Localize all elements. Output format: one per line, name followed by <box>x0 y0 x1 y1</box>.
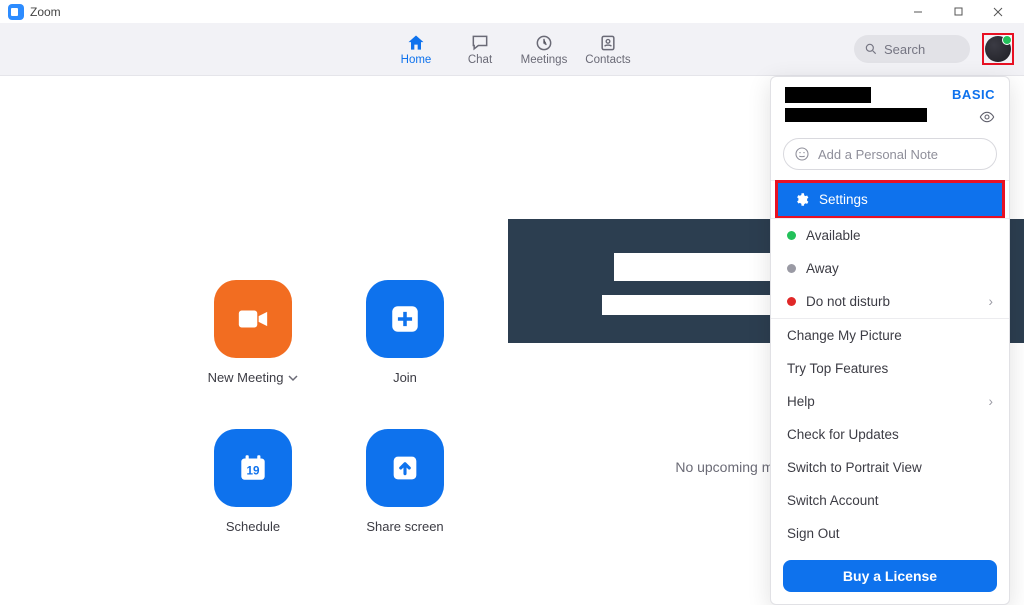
tile-share-screen[interactable]: Share screen <box>340 429 470 534</box>
eye-icon[interactable] <box>979 109 995 125</box>
redacted-time <box>614 253 774 281</box>
nav-home-label: Home <box>401 54 432 66</box>
plus-icon <box>388 302 422 336</box>
share-up-icon <box>388 451 422 485</box>
svg-text:19: 19 <box>247 464 260 477</box>
window-controls <box>898 1 1018 23</box>
nav-home[interactable]: Home <box>384 23 448 75</box>
menu-check-updates-label: Check for Updates <box>787 427 899 442</box>
tile-new-meeting[interactable]: New Meeting <box>188 280 318 385</box>
menu-try-features[interactable]: Try Top Features <box>771 352 1009 385</box>
profile-avatar[interactable] <box>985 36 1011 62</box>
dropdown-header: BASIC <box>771 77 1009 130</box>
schedule-icon-box: 19 <box>214 429 292 507</box>
new-meeting-icon-box <box>214 280 292 358</box>
close-button[interactable] <box>978 1 1018 23</box>
menu-help[interactable]: Help › <box>771 385 1009 418</box>
nav-chat[interactable]: Chat <box>448 23 512 75</box>
maximize-button[interactable] <box>938 1 978 23</box>
chevron-right-icon: › <box>989 294 994 309</box>
chevron-right-icon: › <box>989 394 994 409</box>
video-icon <box>236 302 270 336</box>
nav-chat-label: Chat <box>468 54 492 66</box>
contacts-icon <box>598 33 618 53</box>
search-icon <box>864 42 878 56</box>
menu-available[interactable]: Available <box>771 219 1009 252</box>
menu-try-features-label: Try Top Features <box>787 361 888 376</box>
nav-contacts[interactable]: Contacts <box>576 23 640 75</box>
tile-new-meeting-label: New Meeting <box>208 370 284 385</box>
menu-switch-account[interactable]: Switch Account <box>771 484 1009 517</box>
toolbar-right: Search <box>854 23 1024 75</box>
home-icon <box>406 33 426 53</box>
search-input[interactable]: Search <box>854 35 970 63</box>
menu-settings[interactable]: Settings <box>778 183 1002 216</box>
join-icon-box <box>366 280 444 358</box>
menu-away-label: Away <box>806 261 839 276</box>
status-dot-away <box>787 264 796 273</box>
main-nav: Home Chat Meetings Contacts <box>384 23 640 75</box>
window-title: Zoom <box>30 5 61 19</box>
tile-schedule-label: Schedule <box>226 519 280 534</box>
plan-badge: BASIC <box>952 87 995 102</box>
gear-icon <box>794 192 809 207</box>
nav-meetings-label: Meetings <box>521 54 568 66</box>
buy-license-label: Buy a License <box>843 568 937 584</box>
tile-join[interactable]: Join <box>340 280 470 385</box>
tile-schedule[interactable]: 19 Schedule <box>188 429 318 534</box>
redacted-email <box>785 108 927 122</box>
status-dot-dnd <box>787 297 796 306</box>
search-placeholder: Search <box>884 42 925 57</box>
tile-share-screen-label: Share screen <box>366 519 443 534</box>
personal-note-input[interactable]: Add a Personal Note <box>783 138 997 170</box>
top-toolbar: Home Chat Meetings Contacts Search <box>0 23 1024 76</box>
nav-contacts-label: Contacts <box>585 54 630 66</box>
tile-join-label: Join <box>393 370 417 385</box>
menu-dnd[interactable]: Do not disturb › <box>771 285 1009 318</box>
redacted-name <box>785 87 871 103</box>
redacted-date <box>602 295 782 315</box>
menu-portrait-view-label: Switch to Portrait View <box>787 460 922 475</box>
clock-icon <box>534 33 554 53</box>
emoji-icon[interactable] <box>794 146 810 162</box>
profile-avatar-highlight <box>982 33 1014 65</box>
chat-icon <box>470 33 490 53</box>
settings-highlight: Settings <box>775 180 1005 219</box>
menu-change-picture[interactable]: Change My Picture <box>771 319 1009 352</box>
menu-switch-account-label: Switch Account <box>787 493 879 508</box>
menu-change-picture-label: Change My Picture <box>787 328 902 343</box>
menu-portrait-view[interactable]: Switch to Portrait View <box>771 451 1009 484</box>
app-icon <box>8 4 24 20</box>
menu-sign-out-label: Sign Out <box>787 526 840 541</box>
menu-dnd-label: Do not disturb <box>806 294 890 309</box>
menu-available-label: Available <box>806 228 861 243</box>
menu-help-label: Help <box>787 394 815 409</box>
menu-check-updates[interactable]: Check for Updates <box>771 418 1009 451</box>
personal-note-placeholder: Add a Personal Note <box>818 147 938 162</box>
menu-settings-label: Settings <box>819 192 868 207</box>
nav-meetings[interactable]: Meetings <box>512 23 576 75</box>
menu-away[interactable]: Away <box>771 252 1009 285</box>
action-tiles: New Meeting Join 19 Schedule <box>188 280 470 534</box>
status-dot-available <box>787 231 796 240</box>
menu-sign-out[interactable]: Sign Out <box>771 517 1009 550</box>
buy-license-button[interactable]: Buy a License <box>783 560 997 592</box>
calendar-icon: 19 <box>236 451 270 485</box>
profile-dropdown: BASIC Add a Personal Note Settings Avail… <box>770 76 1010 605</box>
title-bar: Zoom <box>0 0 1024 23</box>
share-screen-icon-box <box>366 429 444 507</box>
chevron-down-icon[interactable] <box>288 373 298 383</box>
minimize-button[interactable] <box>898 1 938 23</box>
